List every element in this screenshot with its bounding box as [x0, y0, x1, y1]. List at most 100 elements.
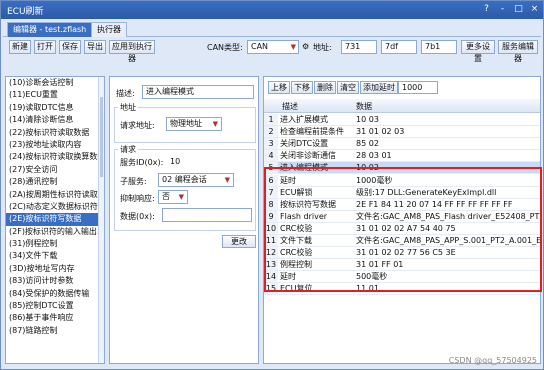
row-data: 31 01 FF 01	[356, 260, 404, 270]
table-row[interactable]: 13 例程控制 31 01 FF 01	[264, 259, 540, 272]
list-item[interactable]: (10)诊断会话控制	[6, 77, 104, 89]
row-desc: ECU解锁	[280, 187, 313, 197]
help-icon[interactable]: ?	[482, 4, 491, 15]
settings-icon[interactable]: ⚙	[302, 42, 309, 51]
list-item[interactable]: (31)例程控制	[6, 238, 104, 250]
close-icon[interactable]: ×	[530, 4, 539, 15]
row-desc: Flash driver	[280, 211, 328, 221]
list-item[interactable]: (22)按标识符读取数据	[6, 127, 104, 139]
service-editor-button[interactable]: 服务编辑器	[498, 40, 538, 63]
row-data: 31 01 02 02 77 56 C5 3E	[356, 248, 456, 258]
row-data: 2E F1 84 11 20 07 14 FF FF FF FF FF FF	[356, 199, 513, 209]
tab-executor[interactable]: 执行器	[91, 22, 127, 37]
table-row[interactable]: 2 检查编程前提条件 31 01 02 03	[264, 126, 540, 139]
list-item[interactable]: (19)读取DTC信息	[6, 102, 104, 114]
delete-button[interactable]: 删除	[314, 81, 336, 94]
tab-editor[interactable]: 编辑器 - test.zflash	[7, 22, 93, 37]
open-button[interactable]: 打开	[34, 40, 56, 54]
table-row[interactable]: 6 延时 1000毫秒	[264, 174, 540, 187]
list-item[interactable]: (2C)动态定义数据标识符	[6, 201, 104, 213]
row-desc: 检查编程前提条件	[280, 127, 344, 137]
export-button[interactable]: 导出	[84, 40, 106, 54]
data-label: 数据(0x):	[120, 212, 155, 221]
save-button[interactable]: 保存	[59, 40, 81, 54]
col-data-header[interactable]: 数据	[356, 101, 372, 112]
table-row[interactable]: 11 文件下载 文件名:GAC_AM8_PAS_APP_S.001_PT2_A.00…	[264, 235, 540, 248]
sub-service-select[interactable]: 02 编程会话 ▼	[158, 173, 234, 187]
col-desc-header[interactable]: 描述	[282, 101, 298, 112]
address-label: 地址:	[313, 43, 332, 52]
list-item[interactable]: (28)通讯控制	[6, 176, 104, 188]
service-detail-panel: 描述: 进入编程模式 地址 请求地址: 物理地址 ▼ 请求 服务ID(0x): …	[109, 76, 259, 364]
table-row[interactable]: 5 进入编程模式 10 02	[264, 162, 540, 175]
table-row[interactable]: 9 Flash driver 文件名:GAC_AM8_PAS_Flash drive…	[264, 210, 540, 223]
row-desc: 按标识符写数据	[280, 199, 336, 209]
service-id-label: 服务ID(0x):	[120, 158, 164, 167]
list-item[interactable]: (84)受保护的数据传输	[6, 288, 104, 300]
suppress-select[interactable]: 否 ▼	[158, 190, 188, 204]
address-input-2[interactable]: 7df	[381, 40, 417, 54]
row-number: 3	[264, 138, 278, 150]
list-item[interactable]: (27)安全访问	[6, 164, 104, 176]
table-row[interactable]: 3 关闭DTC设置 85 02	[264, 138, 540, 151]
list-item[interactable]: (85)控制DTC设置	[6, 300, 104, 312]
data-input[interactable]	[162, 208, 252, 222]
list-item[interactable]: (87)链路控制	[6, 325, 104, 337]
row-number: 6	[264, 174, 278, 186]
delay-input[interactable]: 1000	[398, 81, 438, 94]
table-row[interactable]: 7 ECU解锁 级别:17 DLL:GenerateKeyExImpl.dll	[264, 186, 540, 199]
desc-label: 描述:	[116, 89, 135, 98]
change-button[interactable]: 更改	[222, 235, 256, 248]
row-data: 10 02	[356, 163, 379, 173]
service-list[interactable]: (10)诊断会话控制 (11)ECU重置 (19)读取DTC信息 (14)清除诊断信息…	[5, 76, 105, 364]
title-bar[interactable]: ECU刷新 ? - □ ×	[1, 1, 543, 19]
scrollbar[interactable]	[98, 77, 104, 363]
can-type-select[interactable]: CAN ▼	[247, 40, 299, 54]
list-item[interactable]: (3D)按地址写内存	[6, 263, 104, 275]
row-desc: 进入编程模式	[280, 163, 328, 173]
table-row[interactable]: 8 按标识符写数据 2E F1 84 11 20 07 14 FF FF FF FF…	[264, 198, 540, 211]
table-row[interactable]: 15 ECU复位 11 01	[264, 283, 540, 296]
table-row[interactable]: 10 CRC校验 31 01 02 02 A7 54 40 75	[264, 222, 540, 235]
row-desc: CRC校验	[280, 248, 313, 258]
apply-executor-button[interactable]: 应用到执行器	[109, 40, 155, 63]
list-item[interactable]: (24)按标识符读取换算数据	[6, 151, 104, 163]
new-button[interactable]: 新建	[9, 40, 31, 54]
table-row[interactable]: 1 进入扩展模式 10 03	[264, 114, 540, 127]
row-number: 9	[264, 210, 278, 222]
row-number: 1	[264, 114, 278, 126]
row-number: 4	[264, 150, 278, 162]
row-data: 11 01	[356, 284, 379, 294]
row-desc: 文件下载	[280, 236, 312, 245]
list-item[interactable]: (83)访问计时参数	[6, 275, 104, 287]
row-desc: CRC校验	[280, 223, 313, 233]
ecu-flash-window: ECU刷新 ? - □ × 编辑器 - test.zflash 执行器 新建 打…	[0, 0, 544, 370]
row-desc: 关闭DTC设置	[280, 139, 329, 149]
address-input-1[interactable]: 731	[341, 40, 377, 54]
minimize-icon[interactable]: -	[498, 4, 507, 15]
list-item[interactable]: (14)清除诊断信息	[6, 114, 104, 126]
move-up-button[interactable]: 上移	[268, 81, 290, 94]
address-input-3[interactable]: 7b1	[421, 40, 457, 54]
table-row[interactable]: 4 关闭非诊断通信 28 03 01	[264, 150, 540, 163]
add-delay-button[interactable]: 添加延时	[360, 81, 398, 94]
list-item[interactable]: (23)按地址读取内容	[6, 139, 104, 151]
more-settings-button[interactable]: 更多设置	[461, 40, 495, 63]
list-item[interactable]: (2E)按标识符写数据	[6, 213, 104, 226]
row-desc: ECU复位	[280, 284, 313, 294]
suppress-label: 抑制响应:	[120, 194, 155, 203]
row-desc: 延时	[280, 175, 296, 185]
request-addr-select[interactable]: 物理地址 ▼	[166, 117, 222, 131]
list-item[interactable]: (11)ECU重置	[6, 89, 104, 101]
desc-input[interactable]: 进入编程模式	[142, 85, 254, 99]
list-item[interactable]: (34)文件下载	[6, 250, 104, 262]
move-down-button[interactable]: 下移	[291, 81, 313, 94]
can-type-label: CAN类型:	[207, 43, 243, 52]
clear-button[interactable]: 清空	[337, 81, 359, 94]
list-item[interactable]: (2A)按周期性标识符读取...	[6, 189, 104, 201]
table-row[interactable]: 14 延时 500毫秒	[264, 271, 540, 284]
table-row[interactable]: 12 CRC校验 31 01 02 02 77 56 C5 3E	[264, 247, 540, 260]
list-item[interactable]: (2F)按标识符的输入输出...	[6, 226, 104, 238]
maximize-icon[interactable]: □	[514, 4, 523, 15]
list-item[interactable]: (86)基于事件响应	[6, 312, 104, 324]
